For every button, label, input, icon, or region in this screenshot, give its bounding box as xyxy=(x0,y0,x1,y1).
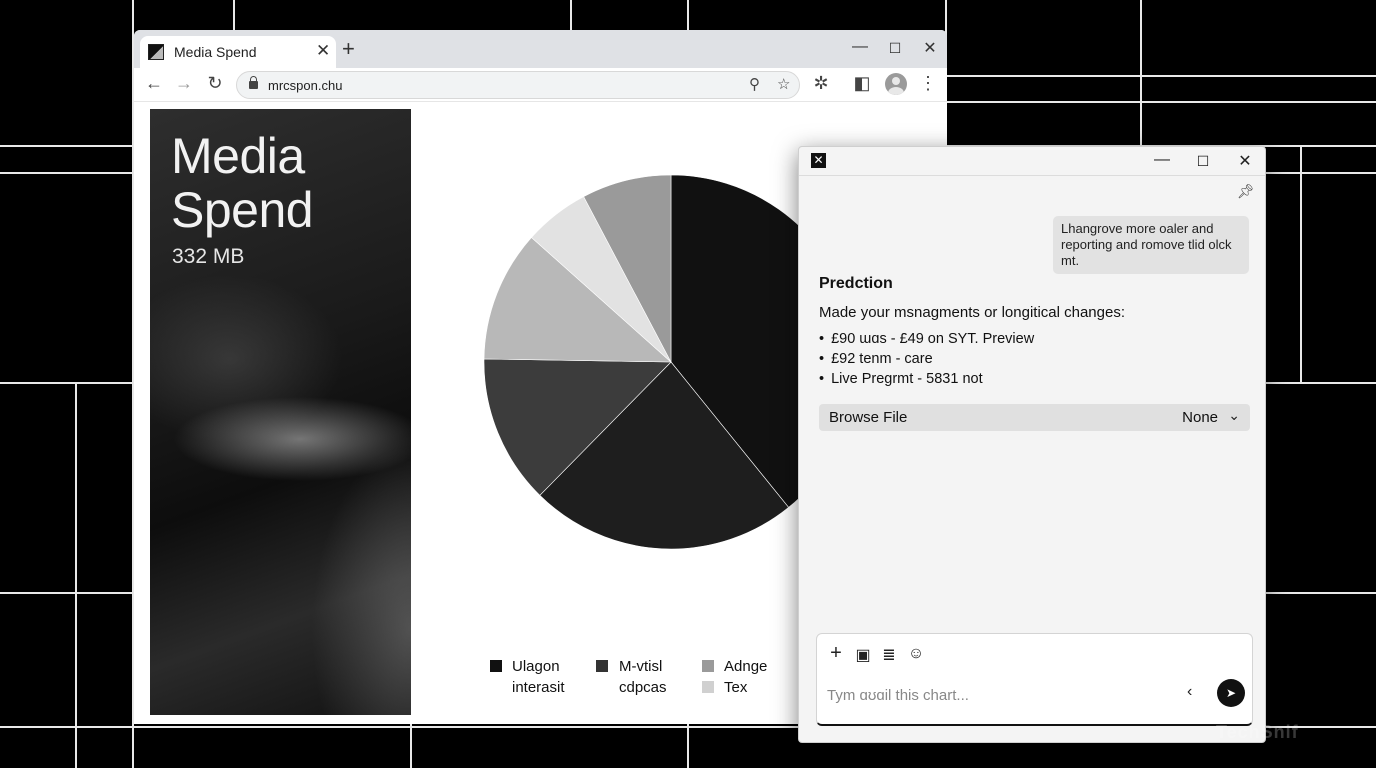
response-list: £90 ɯɑs - £49 on SYT. Preview £92 tenm -… xyxy=(819,329,1034,389)
message-composer: + ▣ ≣ ☺ ‹ ➤ xyxy=(816,633,1253,726)
tab-close-icon[interactable]: ✕ xyxy=(316,41,330,61)
legend-swatch-1 xyxy=(490,660,502,672)
panel-minimize-icon[interactable]: — xyxy=(1152,151,1172,169)
browser-toolbar: ← → ↻ mrcspon.chu ⚲ ☆ ✲ ◧ ⋮ xyxy=(134,68,947,102)
back-icon[interactable]: ← xyxy=(143,73,165,94)
menu-icon[interactable]: ⋮ xyxy=(917,73,939,94)
watermark: TechSnif xyxy=(1216,722,1299,742)
list-item: £90 ɯɑs - £49 on SYT. Preview xyxy=(819,329,1034,349)
app-logo-icon: ✕ xyxy=(811,153,826,168)
send-button[interactable]: ➤ xyxy=(1217,679,1245,707)
response-intro: Made your msnagments or longitical chang… xyxy=(819,304,1125,321)
legend-swatch-3 xyxy=(702,660,714,672)
pin-icon[interactable]: 📌︎ xyxy=(1237,183,1255,200)
browse-file-value: None xyxy=(1182,409,1218,426)
panel-divider xyxy=(799,175,1265,176)
browse-file-dropdown[interactable]: Browse File None ⌄ xyxy=(819,404,1250,431)
forward-icon[interactable]: → xyxy=(173,73,195,94)
reload-icon[interactable]: ↻ xyxy=(204,73,226,94)
tab-bar: Media Spend ✕ + — ☐ ✕ xyxy=(134,30,947,68)
side-panel-icon[interactable]: ◧ xyxy=(851,73,873,94)
browse-file-label: Browse File xyxy=(829,409,908,426)
legend-swatch-4 xyxy=(702,681,714,693)
cover-image: Media Spend 332 MB xyxy=(150,109,411,715)
cover-title: Media Spend xyxy=(171,128,314,238)
legend-label-4: Tex xyxy=(724,679,748,696)
image-icon[interactable]: ▣ xyxy=(853,645,873,665)
url-text: mrcspon.chu xyxy=(268,78,343,93)
list-format-icon[interactable]: ≣ xyxy=(879,645,899,665)
add-icon[interactable]: + xyxy=(826,642,846,665)
panel-maximize-icon[interactable]: ☐ xyxy=(1193,153,1213,170)
list-item: £92 tenm - care xyxy=(819,349,1034,369)
legend-label-2: M-vtisl cdpcas xyxy=(619,658,667,696)
send-icon: ➤ xyxy=(1225,686,1237,700)
close-window-icon[interactable]: ✕ xyxy=(920,38,940,58)
chevron-left-icon[interactable]: ‹ xyxy=(1187,683,1192,701)
cover-subtitle: 332 MB xyxy=(172,245,245,268)
tab-title: Media Spend xyxy=(174,44,257,60)
user-message-bubble: Lhangrove more oaler and reporting and r… xyxy=(1053,216,1249,274)
extensions-icon[interactable]: ✲ xyxy=(810,73,832,94)
message-input[interactable] xyxy=(827,684,1182,706)
maximize-icon[interactable]: ☐ xyxy=(885,40,905,57)
legend-label-3: Adnge xyxy=(724,658,768,675)
response-heading: Predction xyxy=(819,275,893,292)
lock-icon xyxy=(249,76,258,89)
list-item: Live Pregrmt - 5831 not xyxy=(819,369,1034,389)
legend-swatch-2 xyxy=(596,660,608,672)
assistant-panel: ✕ — ☐ ✕ 📌︎ Lhangrove more oaler and repo… xyxy=(798,146,1266,743)
address-bar[interactable]: mrcspon.chu ⚲ ☆ xyxy=(236,71,800,99)
minimize-icon[interactable]: — xyxy=(850,38,870,56)
chevron-down-icon: ⌄ xyxy=(1228,407,1240,423)
key-icon[interactable]: ⚲ xyxy=(749,75,760,93)
tab-media-spend[interactable]: Media Spend ✕ xyxy=(140,36,336,68)
new-tab-icon[interactable]: + xyxy=(342,36,355,62)
panel-close-icon[interactable]: ✕ xyxy=(1235,151,1255,171)
legend-label-1: Ulagon interasit xyxy=(512,658,565,696)
profile-avatar[interactable] xyxy=(885,73,907,95)
emoji-icon[interactable]: ☺ xyxy=(906,645,926,663)
favicon-icon xyxy=(148,44,164,60)
bookmark-star-icon[interactable]: ☆ xyxy=(777,75,790,93)
